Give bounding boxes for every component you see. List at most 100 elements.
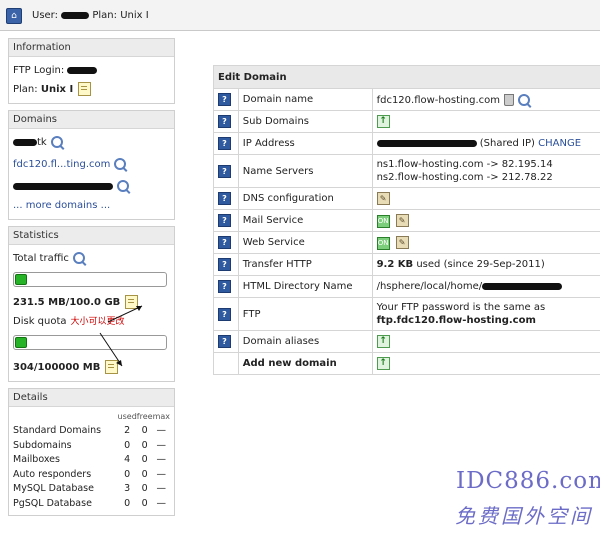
change-ip-link[interactable]: CHANGE <box>538 138 581 149</box>
redacted-username <box>61 11 90 19</box>
details-row: Subdomains 0 0 — <box>13 438 170 453</box>
row-web-service: ? Web Service ON ✎ <box>213 231 600 254</box>
edit-note-icon[interactable] <box>125 295 139 309</box>
row-mail-service: ? Mail Service ON ✎ <box>213 209 600 232</box>
add-arrow-icon[interactable]: ↑ <box>376 357 390 370</box>
watermark-text: IDC886.com <box>456 468 600 494</box>
details-row: PgSQL Database 0 0 — <box>13 496 170 511</box>
details-max: — <box>156 425 167 437</box>
add-arrow-icon[interactable]: ↑ <box>376 335 390 348</box>
on-toggle-icon[interactable]: ON <box>376 214 390 228</box>
help-icon[interactable]: ? <box>218 214 231 227</box>
settings-tool-icon[interactable]: ✎ <box>376 192 390 205</box>
details-row: MySQL Database 3 0 — <box>13 482 170 497</box>
search-icon[interactable] <box>72 252 85 264</box>
add-arrow-icon[interactable]: ↑ <box>376 115 390 128</box>
traffic-progress-bar <box>13 272 167 287</box>
search-icon[interactable] <box>117 180 129 192</box>
trash-icon[interactable] <box>504 93 515 106</box>
on-toggle-icon[interactable]: ON <box>376 236 390 250</box>
help-icon[interactable]: ? <box>218 280 231 293</box>
ftp-login-label: FTP Login: <box>13 65 65 76</box>
details-used: 0 <box>124 497 131 509</box>
html-dir-value: /hsphere/local/home/ <box>376 281 483 292</box>
details-header: max <box>152 411 170 421</box>
domain-2-link[interactable]: fdc120.fl...ting.com <box>13 159 110 170</box>
edit-domain-title: Edit Domain <box>213 65 600 89</box>
ip-address-label: IP Address <box>237 132 373 155</box>
settings-tool-icon[interactable]: ✎ <box>395 235 409 249</box>
dns-label: DNS configuration <box>237 187 373 210</box>
information-panel: Information FTP Login: Plan: Unix I <box>8 38 175 104</box>
row-domain-name: ? Domain name fdc120.flow-hosting.com <box>213 88 600 111</box>
details-max: — <box>156 483 167 495</box>
search-icon[interactable] <box>114 158 127 170</box>
sidebar: Information FTP Login: Plan: Unix I Doma… <box>8 38 175 522</box>
redacted-domain <box>13 138 37 146</box>
help-icon[interactable]: ? <box>218 115 231 128</box>
details-header: free <box>136 411 153 421</box>
statistics-panel: Statistics Total traffic 231.5 MB/100.0 … <box>8 226 175 382</box>
traffic-progress-fill <box>15 274 27 285</box>
row-ftp: ? FTP Your FTP password is the same as ft… <box>213 297 600 331</box>
settings-tool-icon[interactable]: ✎ <box>395 213 409 227</box>
quota-value: 304/100000 MB <box>13 362 101 373</box>
edit-domain-section: Edit Domain ? Domain name fdc120.flow-ho… <box>213 65 600 375</box>
help-icon[interactable]: ? <box>218 93 231 106</box>
details-max: — <box>156 454 167 466</box>
details-free: 0 <box>141 425 148 437</box>
home-icon[interactable]: ⌂ <box>6 8 22 24</box>
help-icon[interactable]: ? <box>218 137 231 150</box>
traffic-label: Total traffic <box>13 253 69 264</box>
annotation-text: 大小可以更改 <box>70 317 125 327</box>
web-service-label: Web Service <box>237 231 373 254</box>
watermark-text: 免费国外空间 <box>455 504 593 528</box>
disk-quota-label: Disk quota <box>13 316 67 327</box>
help-icon[interactable]: ? <box>218 164 231 178</box>
details-used: 2 <box>124 425 131 437</box>
details-max: — <box>156 468 167 480</box>
ns2-value: ns2.flow-hosting.com -> 212.78.22 <box>376 172 553 183</box>
details-free: 0 <box>141 483 148 495</box>
redacted-dir <box>482 282 563 290</box>
details-max: — <box>156 439 167 451</box>
edit-note-icon[interactable] <box>78 82 92 96</box>
help-icon[interactable]: ? <box>218 192 231 205</box>
ns1-value: ns1.flow-hosting.com -> 82.195.14 <box>376 159 553 170</box>
search-icon[interactable] <box>50 136 63 148</box>
edit-note-icon[interactable] <box>105 360 119 374</box>
help-icon[interactable]: ? <box>218 236 231 249</box>
more-domains-link[interactable]: ... more domains ... <box>13 196 170 215</box>
row-transfer-http: ? Transfer HTTP 9.2 KB used (since 29-Se… <box>213 253 600 276</box>
details-used: 3 <box>124 483 131 495</box>
details-header: used <box>117 411 137 421</box>
details-row: Standard Domains 2 0 — <box>13 424 170 439</box>
details-free: 0 <box>141 454 148 466</box>
ftp-label: FTP <box>237 297 373 331</box>
html-dir-label: HTML Directory Name <box>237 275 373 298</box>
name-servers-label: Name Servers <box>237 154 373 188</box>
plan-value: Unix I <box>40 84 74 95</box>
details-free: 0 <box>141 468 148 480</box>
plan-label: Plan: <box>13 84 38 95</box>
help-icon[interactable]: ? <box>218 335 231 348</box>
domains-panel: Domains tk fdc120.fl...ting.com ... more… <box>8 110 175 220</box>
domain-1-suffix[interactable]: tk <box>37 137 47 148</box>
traffic-value: 231.5 MB/100.0 GB <box>13 297 121 308</box>
help-icon[interactable]: ? <box>218 258 231 271</box>
details-name: Subdomains <box>13 439 72 451</box>
help-icon[interactable]: ? <box>218 307 231 321</box>
details-free: 0 <box>141 497 148 509</box>
ftp-line1: Your FTP password is the same as <box>376 302 546 313</box>
details-free: 0 <box>141 439 148 451</box>
details-title: Details <box>9 389 174 407</box>
transfer-since: (since 29-Sep-2011) <box>443 259 545 270</box>
row-name-servers: ? Name Servers ns1.flow-hosting.com -> 8… <box>213 154 600 188</box>
search-icon[interactable] <box>518 93 531 106</box>
details-used: 4 <box>124 454 131 466</box>
domains-title: Domains <box>9 111 174 129</box>
top-bar: ⌂ User: Plan: Unix I <box>0 0 600 31</box>
statistics-title: Statistics <box>9 227 174 245</box>
details-name: PgSQL Database <box>13 497 92 509</box>
details-table: used free max Standard Domains 2 0— Subdoma… <box>13 409 170 511</box>
